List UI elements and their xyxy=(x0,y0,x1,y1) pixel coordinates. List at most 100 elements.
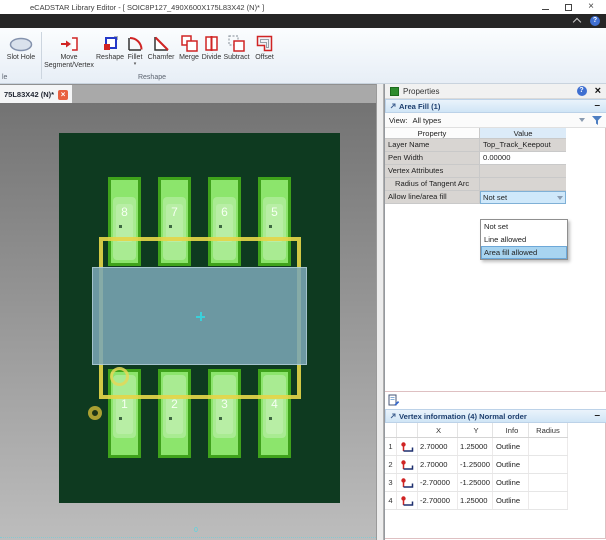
vertex-table-header: X Y Info Radius xyxy=(385,423,568,438)
pad-origin-marker xyxy=(119,225,122,228)
chevron-down-icon[interactable] xyxy=(579,118,585,122)
allow-fill-combobox[interactable]: Not set xyxy=(480,191,566,204)
pen-width-value[interactable]: 0.00000 xyxy=(480,152,566,164)
slot-hole-icon xyxy=(1,32,41,52)
column-header-radius: Radius xyxy=(529,423,568,437)
edit-note-icon[interactable] xyxy=(388,394,400,407)
pad-origin-marker xyxy=(269,225,272,228)
panel-close-icon[interactable]: × xyxy=(595,86,601,97)
tab-label: 75L83X42 (N)* xyxy=(4,90,54,99)
column-header-x: X xyxy=(418,423,458,437)
vertex-x-value[interactable]: 2.70000 xyxy=(418,456,458,473)
column-header-property: Property xyxy=(385,128,480,138)
help-icon[interactable]: ? xyxy=(590,16,600,26)
ribbon-group-label-left: le xyxy=(2,74,7,81)
toolbar-separator xyxy=(41,32,42,79)
chamfer-button[interactable]: Chamfer xyxy=(146,32,176,74)
fillet-button[interactable]: Fillet ▾ xyxy=(125,32,145,74)
vertex-radius-value[interactable] xyxy=(529,474,568,491)
window-title: eCADSTAR Library Editor - [ SOIC8P127_49… xyxy=(30,3,264,12)
vertex-y-value[interactable]: -1.25000 xyxy=(458,474,493,491)
vertex-info-section-header[interactable]: Vertex information (4) Normal order – xyxy=(385,409,606,423)
grid-line xyxy=(0,537,376,538)
pad-number: 7 xyxy=(161,205,188,219)
vertex-y-value[interactable]: -1.25000 xyxy=(458,456,493,473)
notes-row xyxy=(385,394,400,407)
view-type-select[interactable]: All types xyxy=(412,116,441,125)
properties-panel: Properties ? × Area Fill (1) – View: All… xyxy=(384,84,606,540)
vertex-radius-value[interactable] xyxy=(529,438,568,455)
vertex-row-number: 2 xyxy=(385,456,397,473)
panel-splitter[interactable] xyxy=(376,84,384,540)
restore-icon[interactable] xyxy=(565,4,572,11)
vertex-table: X Y Info Radius 1 2.70000 1.25000 Outlin… xyxy=(385,423,568,510)
pad-number: 8 xyxy=(111,205,138,219)
pad-number: 2 xyxy=(161,397,188,411)
properties-app-icon xyxy=(390,87,399,96)
pad-number: 4 xyxy=(261,397,288,411)
property-row-vertex-attributes: Vertex Attributes xyxy=(385,165,566,178)
section-minimize-icon[interactable]: – xyxy=(594,101,600,111)
vertex-row: 4 -2.70000 1.25000 Outline xyxy=(385,492,568,510)
dropdown-option-area-fill-allowed[interactable]: Area fill allowed xyxy=(481,246,567,259)
vertex-row-number: 4 xyxy=(385,492,397,509)
divide-button[interactable]: Divide xyxy=(201,32,222,74)
column-header-value: Value xyxy=(480,128,566,138)
column-header-y: Y xyxy=(458,423,493,437)
property-row-layer-name: Layer Name Top_Track_Keepout xyxy=(385,139,566,152)
dropdown-option-line-allowed[interactable]: Line allowed xyxy=(481,233,567,246)
fillet-dropdown-caret[interactable]: ▾ xyxy=(125,62,145,67)
panel-title: Properties xyxy=(403,87,439,96)
minimize-icon[interactable] xyxy=(542,9,549,10)
vertex-y-value[interactable]: 1.25000 xyxy=(458,492,493,509)
dropdown-option-not-set[interactable]: Not set xyxy=(481,220,567,233)
move-segment-vertex-button[interactable]: Move Segment/Vertex xyxy=(44,32,94,74)
center-cross-marker xyxy=(196,312,205,321)
pad-origin-marker xyxy=(269,417,272,420)
property-grid-header: Property Value xyxy=(385,128,566,139)
vertex-x-value[interactable]: 2.70000 xyxy=(418,438,458,455)
property-row-radius-tangent-arc: Radius of Tangent Arc xyxy=(385,178,566,191)
divide-icon xyxy=(201,32,222,52)
pad-origin-marker xyxy=(219,225,222,228)
offset-button[interactable]: Offset xyxy=(252,32,277,74)
merge-icon xyxy=(178,32,200,52)
filter-icon[interactable] xyxy=(591,115,603,126)
section-expand-icon xyxy=(390,103,396,109)
vertex-type-icon xyxy=(397,474,418,491)
pin1-marker-circle[interactable] xyxy=(110,367,129,386)
design-canvas[interactable]: 0 87651234 xyxy=(0,103,376,540)
vertex-row: 3 -2.70000 -1.25000 Outline xyxy=(385,474,568,492)
reshape-button[interactable]: Reshape xyxy=(96,32,124,74)
vertex-row-number: 1 xyxy=(385,438,397,455)
collapse-ribbon-icon[interactable] xyxy=(573,18,581,26)
move-segment-vertex-icon xyxy=(44,32,94,52)
origin-label: 0 xyxy=(194,527,198,534)
title-bar: eCADSTAR Library Editor - [ SOIC8P127_49… xyxy=(0,0,606,14)
property-grid: Property Value Layer Name Top_Track_Keep… xyxy=(385,128,566,204)
property-row-pen-width: Pen Width 0.00000 xyxy=(385,152,566,165)
tab-footprint[interactable]: 75L83X42 (N)* × xyxy=(0,85,72,104)
allow-fill-dropdown-list: Not set Line allowed Area fill allowed xyxy=(480,219,568,260)
panel-help-icon[interactable]: ? xyxy=(577,86,587,96)
reshape-icon xyxy=(96,32,124,52)
area-fill-section-header[interactable]: Area Fill (1) – xyxy=(385,99,606,113)
vertex-info-value: Outline xyxy=(493,474,529,491)
vertex-x-value[interactable]: -2.70000 xyxy=(418,492,458,509)
vertex-info-value: Outline xyxy=(493,438,529,455)
vertex-x-value[interactable]: -2.70000 xyxy=(418,474,458,491)
subtract-button[interactable]: Subtract xyxy=(223,32,250,74)
section-minimize-icon[interactable]: – xyxy=(594,411,600,421)
fiducial-donut[interactable] xyxy=(88,406,102,420)
vertex-radius-value[interactable] xyxy=(529,492,568,509)
ribbon-group-label-reshape: Reshape xyxy=(138,74,166,81)
vertex-radius-value[interactable] xyxy=(529,456,568,473)
merge-button[interactable]: Merge xyxy=(178,32,200,74)
close-icon[interactable]: × xyxy=(588,2,594,12)
slot-hole-button[interactable]: Slot Hole xyxy=(1,32,41,74)
vertex-info-value: Outline xyxy=(493,456,529,473)
pad-origin-marker xyxy=(169,225,172,228)
layer-name-value[interactable]: Top_Track_Keepout xyxy=(480,139,566,151)
vertex-y-value[interactable]: 1.25000 xyxy=(458,438,493,455)
tab-close-icon[interactable]: × xyxy=(58,90,68,100)
